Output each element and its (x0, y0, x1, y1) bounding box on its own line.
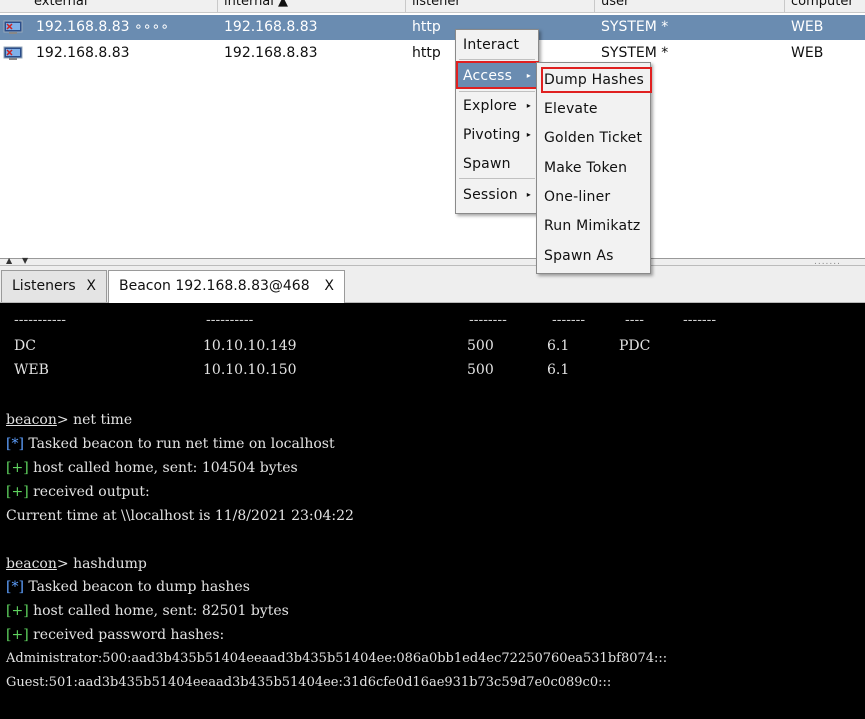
menu-item-label: Access (463, 68, 513, 84)
close-icon[interactable]: X (324, 271, 334, 302)
tab-listeners[interactable]: Listeners X (1, 270, 107, 302)
submenu-arrow-icon: ▸ (526, 71, 531, 80)
table-dash: ---------- (206, 312, 254, 328)
column-header-user[interactable]: user (595, 0, 785, 12)
menu-item-explore[interactable]: Explore ▸ (457, 93, 537, 119)
tab-bar: Listeners X Beacon 192.168.8.83@468 X (0, 266, 865, 303)
host-name: DC (14, 338, 36, 354)
table-row[interactable]: 192.168.8.83 192.168.8.83 http SYSTEM * … (0, 41, 865, 66)
column-header-computer[interactable]: computer (785, 0, 865, 12)
submenu-arrow-icon: ▸ (526, 101, 531, 110)
success-tag: [+] (6, 627, 29, 643)
cell-listener: http (412, 45, 441, 61)
command-text: > hashdump (56, 556, 147, 572)
menu-item-pivoting[interactable]: Pivoting ▸ (457, 122, 537, 148)
menu-item-label: Session (463, 187, 518, 203)
info-tag: [*] (6, 579, 24, 595)
cell-external: 192.168.8.83 (36, 45, 130, 61)
cell-internal: 192.168.8.83 (224, 45, 318, 61)
cell-user: SYSTEM * (601, 19, 669, 35)
console-line: [+] host called home, sent: 82501 bytes (6, 601, 289, 621)
tab-beacon[interactable]: Beacon 192.168.8.83@468 X (108, 270, 345, 303)
success-tag: [+] (6, 460, 29, 476)
hash-line: Administrator:500:aad3b435b51404eeaad3b4… (6, 651, 668, 666)
console-line: Current time at \\localhost is 11/8/2021… (6, 508, 354, 524)
host-port: 500 (467, 362, 494, 378)
table-dash: ------- (683, 312, 717, 328)
success-tag: [+] (6, 484, 29, 500)
table-row[interactable]: 192.168.8.83 ∘∘∘∘ 192.168.8.83 http SYST… (0, 15, 865, 40)
info-tag: [*] (6, 436, 24, 452)
console-line: [*] Tasked beacon to dump hashes (6, 577, 250, 597)
host-type: PDC (619, 338, 651, 354)
menu-item-run-mimikatz[interactable]: Run Mimikatz (538, 213, 649, 239)
submenu-arrow-icon: ▸ (526, 190, 531, 199)
cell-computer: WEB (791, 45, 824, 61)
collapse-down-icon[interactable]: ▼ (22, 256, 28, 265)
beacon-session-icon (3, 20, 23, 34)
menu-separator (459, 59, 535, 60)
table-dash: ------- (552, 312, 586, 328)
menu-item-interact[interactable]: Interact (457, 32, 537, 58)
hash-line: Guest:501:aad3b435b51404eeaad3b435b51404… (6, 675, 612, 690)
cell-internal: 192.168.8.83 (224, 19, 318, 35)
success-tag: [+] (6, 603, 29, 619)
console-line: [*] Tasked beacon to run net time on loc… (6, 434, 335, 454)
menu-item-elevate[interactable]: Elevate (538, 96, 649, 122)
command-text: > net time (56, 412, 133, 428)
collapse-up-icon[interactable]: ▲ (6, 256, 12, 265)
column-header-listener[interactable]: listener (406, 0, 595, 12)
menu-item-dump-hashes[interactable]: Dump Hashes (538, 67, 649, 93)
beacon-table: external internal ▲ listener user comput… (0, 0, 865, 258)
table-dash: -------- (469, 312, 507, 328)
host-version: 6.1 (547, 362, 570, 378)
menu-item-label: Pivoting (463, 127, 521, 143)
menu-item-session[interactable]: Session ▸ (457, 182, 537, 208)
console-line: [+] received password hashes: (6, 625, 224, 645)
console-command-line: beacon> hashdump (6, 554, 147, 574)
cell-computer: WEB (791, 19, 824, 35)
line-text: Tasked beacon to dump hashes (23, 579, 250, 595)
cell-listener: http (412, 19, 441, 35)
host-version: 6.1 (547, 338, 570, 354)
line-text: host called home, sent: 82501 bytes (28, 603, 289, 619)
beacon-session-icon (3, 46, 23, 60)
host-ip: 10.10.10.150 (203, 362, 297, 378)
menu-item-one-liner[interactable]: One-liner (538, 184, 649, 210)
table-dash: ----------- (14, 312, 67, 328)
menu-item-access[interactable]: Access ▸ (457, 63, 537, 89)
table-header: external internal ▲ listener user comput… (0, 0, 865, 13)
context-menu: Interact Access ▸ Explore ▸ Pivoting ▸ S… (455, 29, 539, 214)
close-icon[interactable]: X (86, 271, 96, 302)
console-line: [+] host called home, sent: 104504 bytes (6, 458, 298, 478)
line-text: host called home, sent: 104504 bytes (28, 460, 298, 476)
submenu-arrow-icon: ▸ (526, 130, 531, 139)
menu-item-spawn[interactable]: Spawn (457, 151, 537, 177)
menu-item-label: Explore (463, 98, 517, 114)
access-submenu: Dump Hashes Elevate Golden Ticket Make T… (536, 62, 651, 274)
column-header-external[interactable]: external (28, 0, 218, 12)
console-line: [+] received output: (6, 482, 150, 502)
split-pane-divider[interactable]: ▲ ▼ ....... (0, 256, 865, 267)
tab-label: Listeners (12, 278, 76, 294)
menu-item-make-token[interactable]: Make Token (538, 155, 649, 181)
line-text: received password hashes: (28, 627, 225, 643)
tab-label: Beacon 192.168.8.83@468 (119, 278, 310, 294)
line-text: received output: (28, 484, 150, 500)
prompt: beacon (6, 412, 57, 428)
beacon-console[interactable]: ----------- ---------- -------- ------- … (0, 303, 865, 719)
host-name: WEB (14, 362, 49, 378)
console-command-line: beacon> net time (6, 410, 132, 430)
cell-external: 192.168.8.83 ∘∘∘∘ (36, 19, 170, 35)
host-port: 500 (467, 338, 494, 354)
menu-separator (459, 91, 535, 92)
table-dash: ---- (625, 312, 644, 328)
menu-separator (459, 178, 535, 179)
line-text: Tasked beacon to run net time on localho… (23, 436, 335, 452)
prompt: beacon (6, 556, 57, 572)
menu-item-golden-ticket[interactable]: Golden Ticket (538, 125, 649, 151)
host-ip: 10.10.10.149 (203, 338, 297, 354)
column-header-internal[interactable]: internal ▲ (218, 0, 406, 12)
menu-item-spawn-as[interactable]: Spawn As (538, 243, 649, 269)
